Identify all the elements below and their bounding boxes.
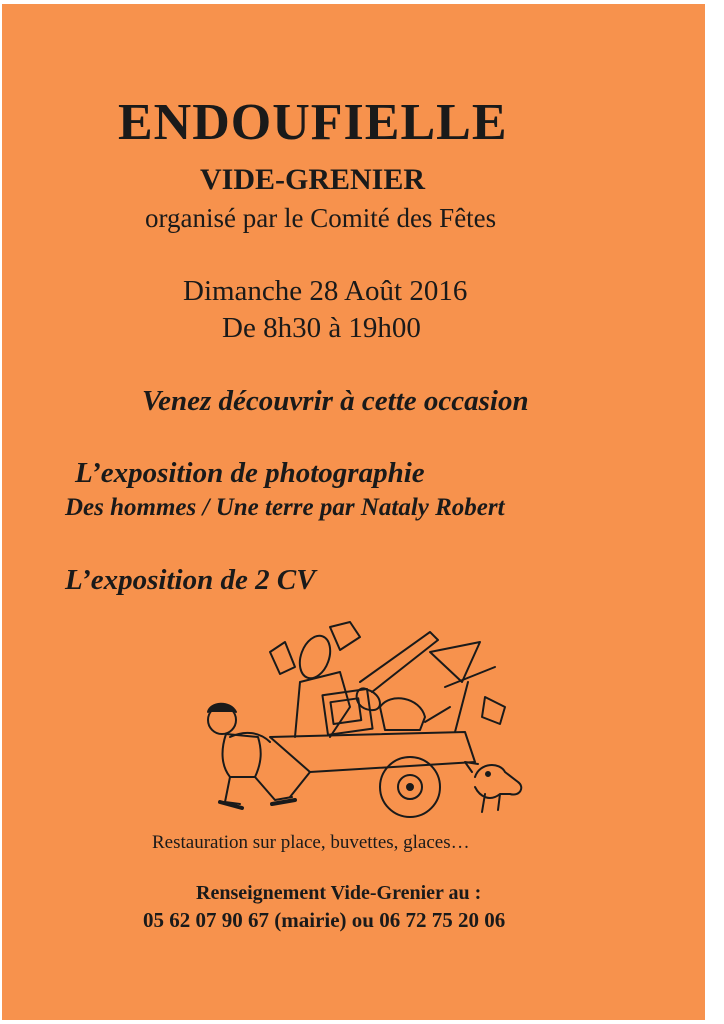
man-pushing-cart-icon xyxy=(207,621,523,818)
phone-numbers: 05 62 07 90 67 (mairie) ou 06 72 75 20 0… xyxy=(143,908,506,932)
info-label: Renseignement Vide-Grenier au : xyxy=(196,882,482,904)
photo-exhibition-title: L’exposition de photographie xyxy=(75,457,425,489)
event-hours: De 8h30 à 19h00 xyxy=(222,312,421,344)
organizer-line: organisé par le Comité des Fêtes xyxy=(145,203,497,233)
car-exhibition: L’exposition de 2 CV xyxy=(65,564,316,596)
invite-line: Venez découvrir à cette occasion xyxy=(142,385,529,417)
event-date: Dimanche 28 Août 2016 xyxy=(183,275,468,307)
catering-info: Restauration sur place, buvettes, glaces… xyxy=(152,832,470,853)
edge-mark xyxy=(714,618,718,628)
event-name: VIDE-GRENIER xyxy=(200,163,426,196)
poster-title: ENDOUFIELLE xyxy=(118,94,508,151)
photo-exhibition-detail: Des hommes / Une terre par Nataly Robert xyxy=(65,494,505,521)
